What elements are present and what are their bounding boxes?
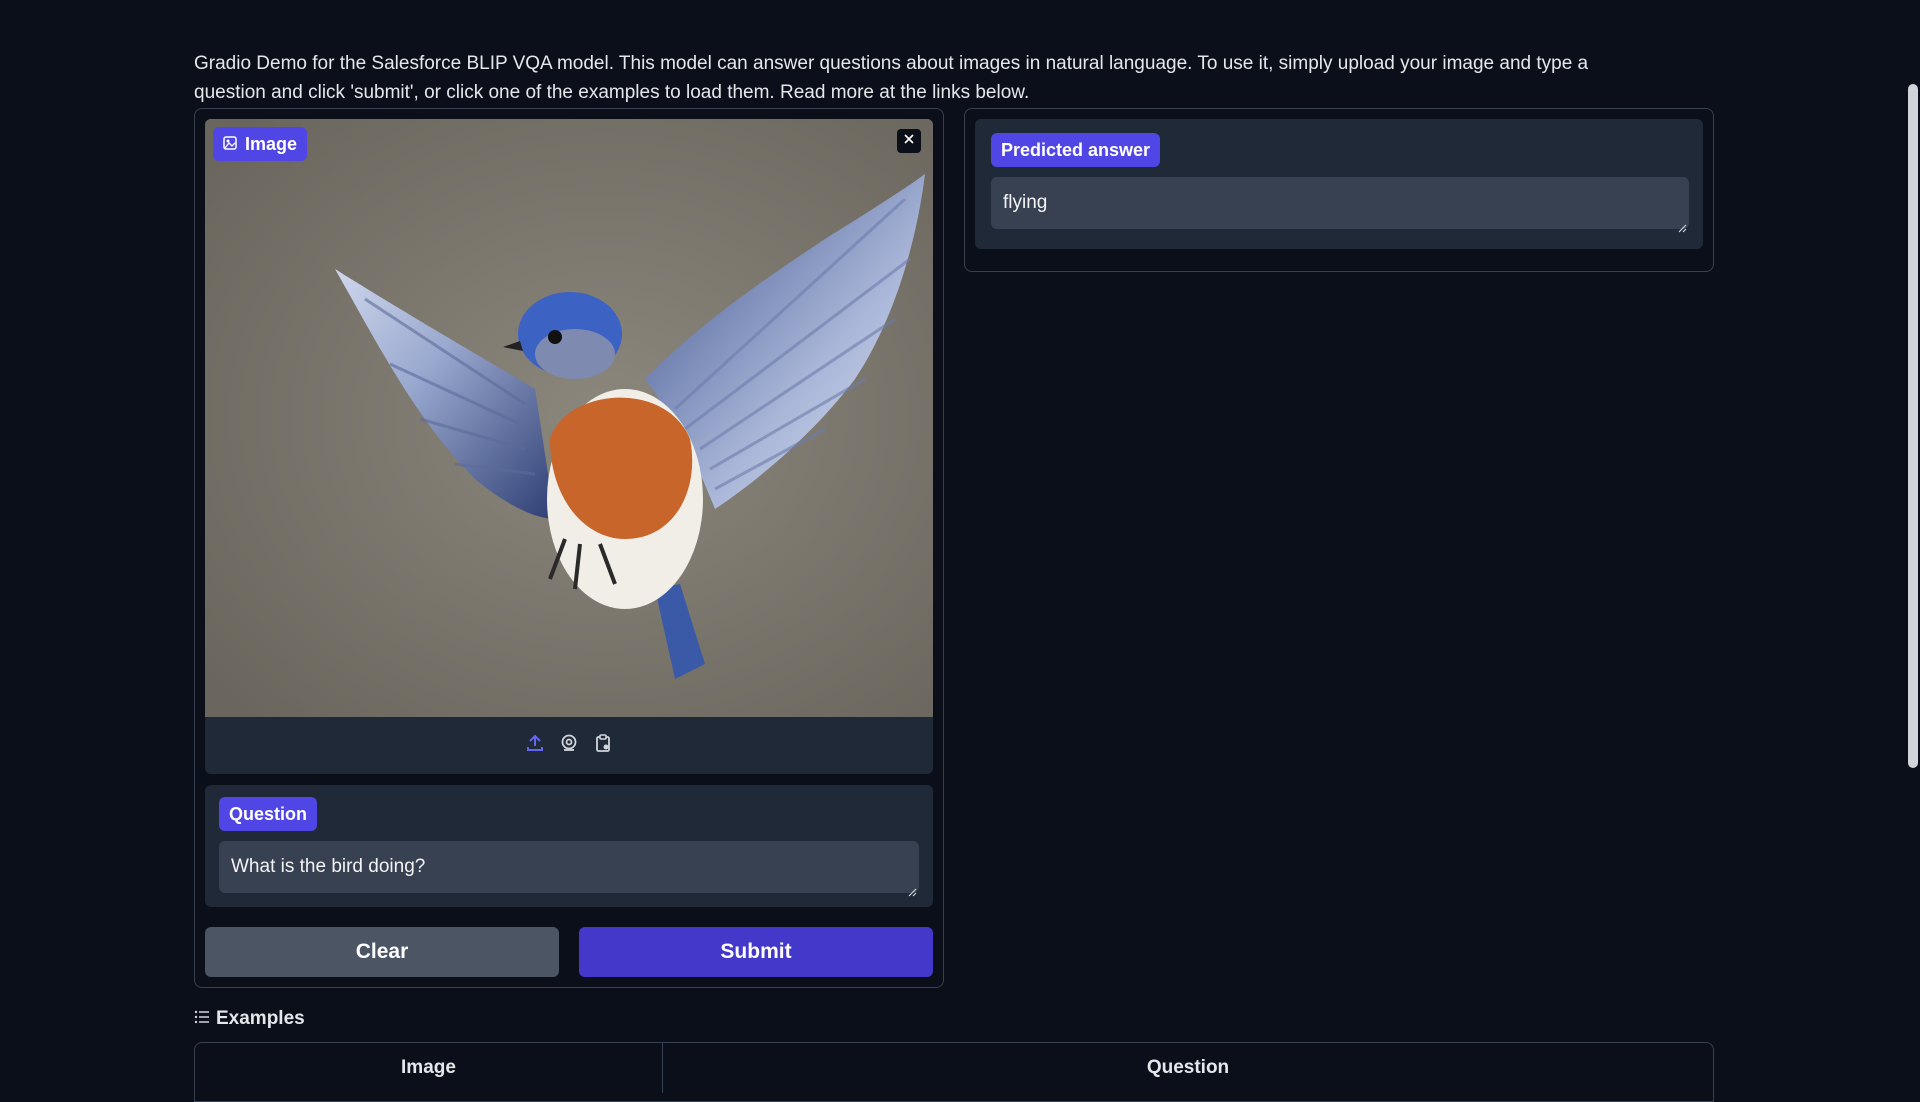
image-label: Image [213,127,308,161]
uploaded-image[interactable] [205,119,933,717]
upload-icon [525,733,545,758]
image-input-block: Image [205,119,933,774]
answer-block: Predicted answer flying [975,119,1703,249]
answer-output[interactable]: flying [991,177,1689,233]
examples-title: Examples [216,1008,305,1029]
question-label: Question [219,797,318,831]
answer-value: flying [1003,192,1048,213]
input-panel: Image Question What is the bird doing? C… [194,108,944,988]
resize-grip-icon[interactable] [907,881,917,897]
webcam-button[interactable] [557,734,581,758]
question-label-text: Question [229,803,308,824]
app-description: Gradio Demo for the Salesforce BLIP VQA … [194,53,1589,103]
image-icon [223,134,237,155]
question-block: Question What is the bird doing? [205,785,933,907]
close-icon [903,132,915,150]
bird-image [205,119,933,717]
image-label-text: Image [245,133,298,154]
clipboard-button[interactable] [591,734,615,758]
image-source-toolbar [205,717,933,774]
clear-image-button[interactable] [897,129,921,153]
resize-grip-icon[interactable] [1677,217,1687,233]
answer-label-text: Predicted answer [1001,139,1151,160]
submit-button[interactable]: Submit [579,927,933,977]
examples-header: Examples [194,1008,305,1030]
gradio-page: Gradio Demo for the Salesforce BLIP VQA … [0,0,1920,1102]
upload-button[interactable] [523,734,547,758]
examples-column-image: Image [195,1043,663,1093]
webcam-icon [559,733,579,758]
examples-column-question: Question [1146,1057,1230,1078]
clear-button[interactable]: Clear [205,927,559,977]
examples-table: Image Question [194,1042,1714,1102]
clear-button-label: Clear [355,940,409,963]
clipboard-icon [593,733,613,758]
scrollbar-thumb[interactable] [1908,84,1918,768]
list-icon [194,1008,210,1030]
submit-button-label: Submit [720,940,792,963]
question-value: What is the bird doing? [231,856,426,877]
output-panel: Predicted answer flying [964,108,1714,272]
page-scrollbar[interactable] [1908,0,1920,1080]
answer-label: Predicted answer [991,133,1161,167]
question-input[interactable]: What is the bird doing? [219,841,919,897]
